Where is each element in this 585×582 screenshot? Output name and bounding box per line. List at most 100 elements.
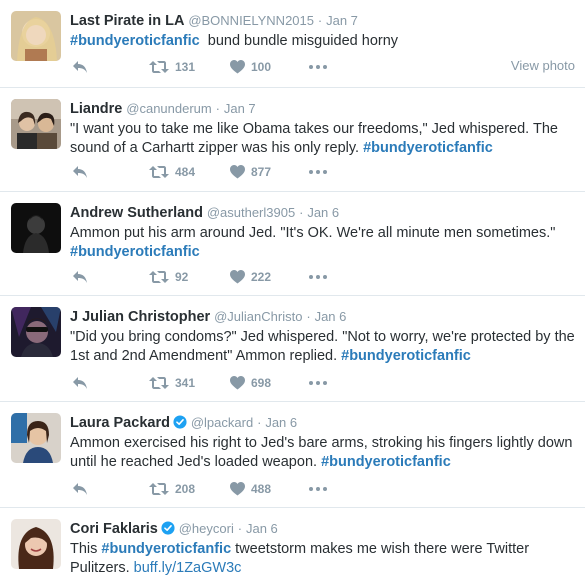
tweet-header: Cori Faklaris @heycori · Jan 6 — [70, 519, 577, 538]
timestamp[interactable]: Jan 6 — [315, 309, 347, 324]
like-icon — [230, 60, 245, 74]
timeline: Last Pirate in LA @BONNIELYNN2015 · Jan … — [0, 0, 585, 582]
tweet[interactable]: Laura Packard @lpackard · Jan 6 Ammon ex… — [0, 402, 585, 508]
separator-dot: · — [237, 521, 243, 536]
hashtag-link[interactable]: #bundyeroticfanfic — [70, 244, 200, 260]
more-icon — [309, 487, 327, 491]
tweet-text: Ammon exercised his right to Jed's bare … — [70, 434, 577, 472]
hashtag-link[interactable]: #bundyeroticfanfic — [363, 140, 493, 156]
url-link[interactable]: buff.ly/1ZaGW3c — [134, 560, 242, 576]
retweet-icon — [149, 61, 169, 73]
more-icon — [309, 65, 327, 69]
tweet-text-segment: "Did you bring condoms?" Jed whispered. … — [70, 329, 575, 364]
like-icon — [230, 270, 245, 284]
retweet-count: 341 — [175, 376, 196, 390]
username[interactable]: @canunderum — [126, 101, 211, 116]
username[interactable]: @heycori — [179, 521, 234, 536]
tweet[interactable]: J Julian Christopher @JulianChristo · Ja… — [0, 296, 585, 402]
retweet-icon — [149, 166, 169, 178]
fullname[interactable]: Liandre — [70, 101, 122, 117]
tweet-text-segment: Ammon put his arm around Jed. "It's OK. … — [70, 225, 556, 241]
like-icon — [230, 376, 245, 390]
avatar[interactable] — [11, 99, 61, 149]
more-button[interactable] — [309, 57, 327, 77]
avatar[interactable] — [11, 413, 61, 463]
timestamp[interactable]: Jan 7 — [326, 13, 358, 28]
tweet-text: "I want you to take me like Obama takes … — [70, 120, 577, 158]
more-button[interactable] — [309, 162, 327, 182]
username[interactable]: @JulianChristo — [214, 309, 302, 324]
avatar[interactable] — [11, 519, 61, 569]
more-icon — [309, 170, 327, 174]
like-count: 488 — [251, 482, 272, 496]
separator-dot: · — [257, 415, 262, 430]
tweet-actions: 208 488 — [70, 479, 577, 499]
reply-button[interactable] — [72, 479, 88, 499]
like-button[interactable]: 877 — [230, 162, 271, 182]
retweet-button[interactable]: 131 — [149, 57, 195, 77]
retweet-count: 131 — [175, 60, 196, 74]
hashtag-link[interactable]: #bundyeroticfanfic — [341, 348, 471, 364]
like-button[interactable]: 488 — [230, 479, 271, 499]
more-button[interactable] — [309, 479, 327, 499]
avatar[interactable] — [11, 307, 61, 357]
like-button[interactable]: 698 — [230, 373, 271, 393]
tweet[interactable]: Cori Faklaris @heycori · Jan 6 This #bun… — [0, 508, 585, 582]
tweet-actions: 341 698 — [70, 373, 577, 393]
fullname[interactable]: Last Pirate in LA — [70, 13, 184, 29]
retweet-button[interactable]: 208 — [149, 479, 195, 499]
reply-button[interactable] — [72, 373, 88, 393]
retweet-icon — [149, 377, 169, 389]
like-count: 698 — [251, 376, 272, 390]
hashtag-link[interactable]: #bundyeroticfanfic — [321, 454, 451, 470]
username[interactable]: @BONNIELYNN2015 — [188, 13, 314, 28]
tweet-actions: 131 100 View photo — [70, 57, 577, 77]
tweet-text: Ammon put his arm around Jed. "It's OK. … — [70, 224, 577, 262]
more-icon — [309, 381, 327, 385]
retweet-button[interactable]: 484 — [149, 162, 195, 182]
tweet-text-segment: bund bundle misguided horny — [199, 33, 399, 49]
username[interactable]: @lpackard — [191, 415, 253, 430]
more-icon — [309, 275, 327, 279]
like-button[interactable]: 100 — [230, 57, 271, 77]
tweet[interactable]: Last Pirate in LA @BONNIELYNN2015 · Jan … — [0, 0, 585, 88]
fullname[interactable]: Cori Faklaris — [70, 521, 158, 537]
timestamp[interactable]: Jan 6 — [246, 521, 278, 536]
separator-dot: · — [306, 309, 311, 324]
like-count: 100 — [251, 60, 272, 74]
timestamp[interactable]: Jan 7 — [224, 101, 256, 116]
tweet[interactable]: Liandre @canunderum · Jan 7 "I want you … — [0, 88, 585, 192]
tweet-header: Laura Packard @lpackard · Jan 6 — [70, 413, 577, 432]
fullname[interactable]: Laura Packard — [70, 415, 170, 431]
like-count: 877 — [251, 165, 272, 179]
hashtag-link[interactable]: #bundyeroticfanfic — [70, 33, 200, 49]
tweet-header: Liandre @canunderum · Jan 7 — [70, 99, 577, 118]
reply-icon — [73, 271, 87, 283]
reply-button[interactable] — [72, 57, 88, 77]
avatar[interactable] — [11, 203, 61, 253]
username[interactable]: @asutherl3905 — [207, 205, 295, 220]
hashtag-link[interactable]: #bundyeroticfanfic — [101, 541, 231, 557]
tweet[interactable]: Andrew Sutherland @asutherl3905 · Jan 6 … — [0, 192, 585, 296]
separator-dot: · — [215, 101, 220, 116]
view-photo-link[interactable]: View photo — [511, 58, 575, 73]
timestamp[interactable]: Jan 6 — [265, 415, 297, 430]
avatar[interactable] — [11, 11, 61, 61]
retweet-button[interactable]: 92 — [149, 267, 188, 287]
verified-icon — [173, 415, 187, 429]
tweet-actions: 92 222 — [70, 267, 577, 287]
reply-icon — [73, 61, 87, 73]
timestamp[interactable]: Jan 6 — [307, 205, 339, 220]
like-button[interactable]: 222 — [230, 267, 271, 287]
retweet-button[interactable]: 341 — [149, 373, 195, 393]
more-button[interactable] — [309, 267, 327, 287]
fullname[interactable]: Andrew Sutherland — [70, 205, 203, 221]
more-button[interactable] — [309, 373, 327, 393]
reply-button[interactable] — [72, 267, 88, 287]
fullname[interactable]: J Julian Christopher — [70, 309, 210, 325]
reply-button[interactable] — [72, 162, 88, 182]
like-icon — [230, 165, 245, 179]
tweet-header: Last Pirate in LA @BONNIELYNN2015 · Jan … — [70, 11, 577, 30]
like-icon — [230, 482, 245, 496]
retweet-icon — [149, 271, 169, 283]
